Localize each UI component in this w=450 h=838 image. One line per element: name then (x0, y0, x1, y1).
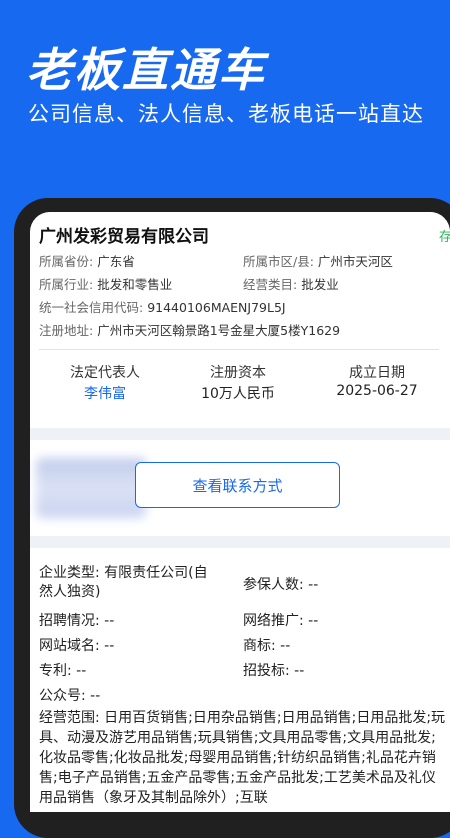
address-value: 广州市天河区翰景路1号金星大厦5楼Y1629 (97, 323, 341, 338)
bid-value: -- (294, 663, 305, 679)
company-type-row: 企业类型: 有限责任公司(自 然人独资) (39, 565, 208, 600)
founded-stat: 成立日期 2025-06-27 (322, 362, 432, 399)
address-row: 注册地址: 广州市天河区翰景路1号金星大厦5楼Y1629 (39, 323, 341, 338)
industry-value: 批发和零售业 (97, 277, 173, 292)
promo-value: -- (308, 613, 319, 629)
category-row: 经营类目: 批发业 (243, 277, 339, 292)
hero-title: 老板直通车 (26, 43, 266, 97)
side-tag: 存 (438, 230, 450, 245)
founded-value: 2025-06-27 (336, 383, 418, 399)
trademark-value: -- (280, 638, 291, 654)
patent-row: 专利: -- (39, 663, 87, 679)
wechat-row: 公众号: -- (39, 688, 101, 704)
company-detail-card: 企业类型: 有限责任公司(自 然人独资) 参保人数: -- 招聘情况: -- 网… (30, 548, 450, 812)
business-scope-text: 日用百货销售;日用杂品销售;日用品销售;日用品批发;玩具、动漫及游艺用品销售;玩… (39, 710, 446, 806)
company-name: 广州发彩贸易有限公司 (39, 227, 209, 247)
insured-value: -- (308, 577, 319, 593)
trademark-row: 商标: -- (243, 638, 291, 654)
contact-card: 查看联系方式 (30, 440, 450, 536)
insured-row: 参保人数: -- (243, 577, 319, 593)
company-info-card: 广州发彩贸易有限公司 存 所属省份: 广东省 所属市区/县: 广州市天河区 所属… (30, 212, 450, 428)
recruit-row: 招聘情况: -- (39, 613, 115, 629)
capital-value: 10万人民币 (201, 386, 275, 402)
legal-rep-link[interactable]: 李伟富 (60, 383, 150, 403)
company-type-line2: 然人独资) (39, 584, 101, 600)
industry-row: 所属行业: 批发和零售业 (39, 277, 173, 292)
wechat-value: -- (90, 688, 101, 704)
province-value: 广东省 (97, 254, 135, 269)
company-type-line1: 有限责任公司(自 (104, 565, 208, 581)
patent-value: -- (76, 663, 87, 679)
category-value: 批发业 (301, 277, 339, 292)
credit-code-row: 统一社会信用代码: 91440106MAENJ79L5J (39, 300, 286, 315)
province-row: 所属省份: 广东省 (39, 254, 135, 269)
capital-stat: 注册资本 10万人民币 (188, 362, 288, 403)
business-scope: 经营范围: 日用百货销售;日用杂品销售;日用品销售;日用品批发;玩具、动漫及游艺… (39, 710, 446, 806)
bid-row: 招投标: -- (243, 663, 305, 679)
info-divider (39, 349, 439, 350)
hero-subtitle: 公司信息、法人信息、老板电话一站直达 (28, 102, 424, 126)
recruit-value: -- (104, 613, 115, 629)
district-value: 广州市天河区 (317, 254, 393, 269)
district-row: 所属市区/县: 广州市天河区 (243, 254, 393, 269)
blurred-contact-info (36, 458, 146, 518)
phone-screen: 广州发彩贸易有限公司 存 所属省份: 广东省 所属市区/县: 广州市天河区 所属… (30, 212, 450, 812)
credit-code-value: 91440106MAENJ79L5J (147, 300, 286, 315)
domain-row: 网站域名: -- (39, 638, 115, 654)
view-contact-button[interactable]: 查看联系方式 (135, 462, 340, 508)
promo-row: 网络推广: -- (243, 613, 319, 629)
domain-value: -- (104, 638, 115, 654)
legal-rep-stat: 法定代表人 李伟富 (60, 362, 150, 403)
